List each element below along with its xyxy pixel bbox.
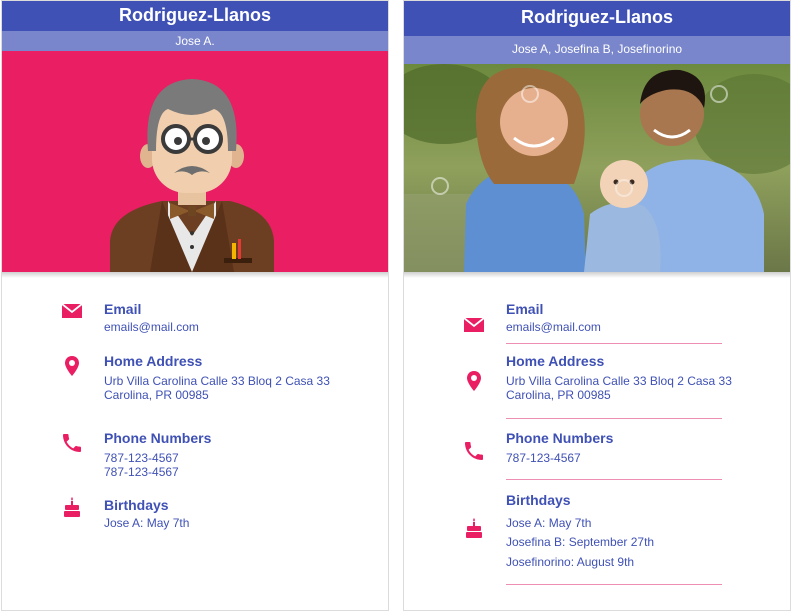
email-label: Email: [506, 301, 544, 317]
cake-icon: [64, 497, 80, 517]
family-photo-image: [404, 64, 790, 272]
birthdays-label: Birthdays: [506, 492, 571, 508]
grandfather-avatar-illustration: [110, 79, 274, 272]
envelope-icon: [61, 303, 83, 318]
birthdays-label: Birthdays: [104, 497, 169, 513]
phone-label: Phone Numbers: [104, 430, 212, 446]
address-label: Home Address: [104, 353, 203, 369]
hero-shadow: [404, 272, 790, 278]
address-line1: Urb Villa Carolina Calle 33 Bloq 2 Casa …: [506, 374, 732, 388]
address-line1: Urb Villa Carolina Calle 33 Bloq 2 Casa …: [104, 374, 330, 388]
card-title: Rodriguez-Llanos: [404, 1, 790, 36]
family-card-right: Rodriguez-Llanos Jose A, Josefina B, Jos…: [403, 0, 791, 611]
hero-shadow: [2, 272, 388, 278]
phone-number: 787-123-4567: [506, 451, 581, 465]
email-label: Email: [104, 301, 142, 317]
section-divider: [506, 584, 722, 585]
email-value: emails@mail.com: [104, 320, 199, 334]
section-divider: [506, 418, 722, 419]
birthday-item: Jose A: May 7th: [104, 516, 190, 530]
phone-number: 787-123-4567: [104, 451, 179, 465]
birthday-item: Josefinorino: August 9th: [506, 555, 635, 569]
cake-icon: [466, 518, 482, 538]
card-subtitle: Jose A.: [2, 31, 388, 51]
section-divider: [506, 343, 722, 344]
address-label: Home Address: [506, 353, 605, 369]
address-line2: Carolina, PR 00985: [506, 388, 611, 402]
family-photo: [404, 64, 790, 272]
avatar: [2, 51, 388, 272]
phone-label: Phone Numbers: [506, 430, 614, 446]
envelope-icon: [463, 317, 485, 332]
location-pin-icon: [65, 356, 79, 376]
birthday-item: Josefina B: September 27th: [506, 535, 655, 549]
email-value: emails@mail.com: [506, 320, 601, 334]
location-pin-icon: [467, 371, 481, 391]
address-line2: Carolina, PR 00985: [104, 388, 209, 402]
family-card-left: Rodriguez-Llanos Jose A. Email emails@ma…: [1, 0, 389, 611]
card-title: Rodriguez-Llanos: [2, 1, 388, 31]
phone-icon: [465, 442, 483, 460]
phone-number: 787-123-4567: [104, 465, 179, 479]
card-subtitle: Jose A, Josefina B, Josefinorino: [404, 36, 790, 64]
phone-icon: [63, 434, 81, 452]
birthday-item: Jose A: May 7th: [506, 516, 592, 530]
section-divider: [506, 479, 722, 480]
